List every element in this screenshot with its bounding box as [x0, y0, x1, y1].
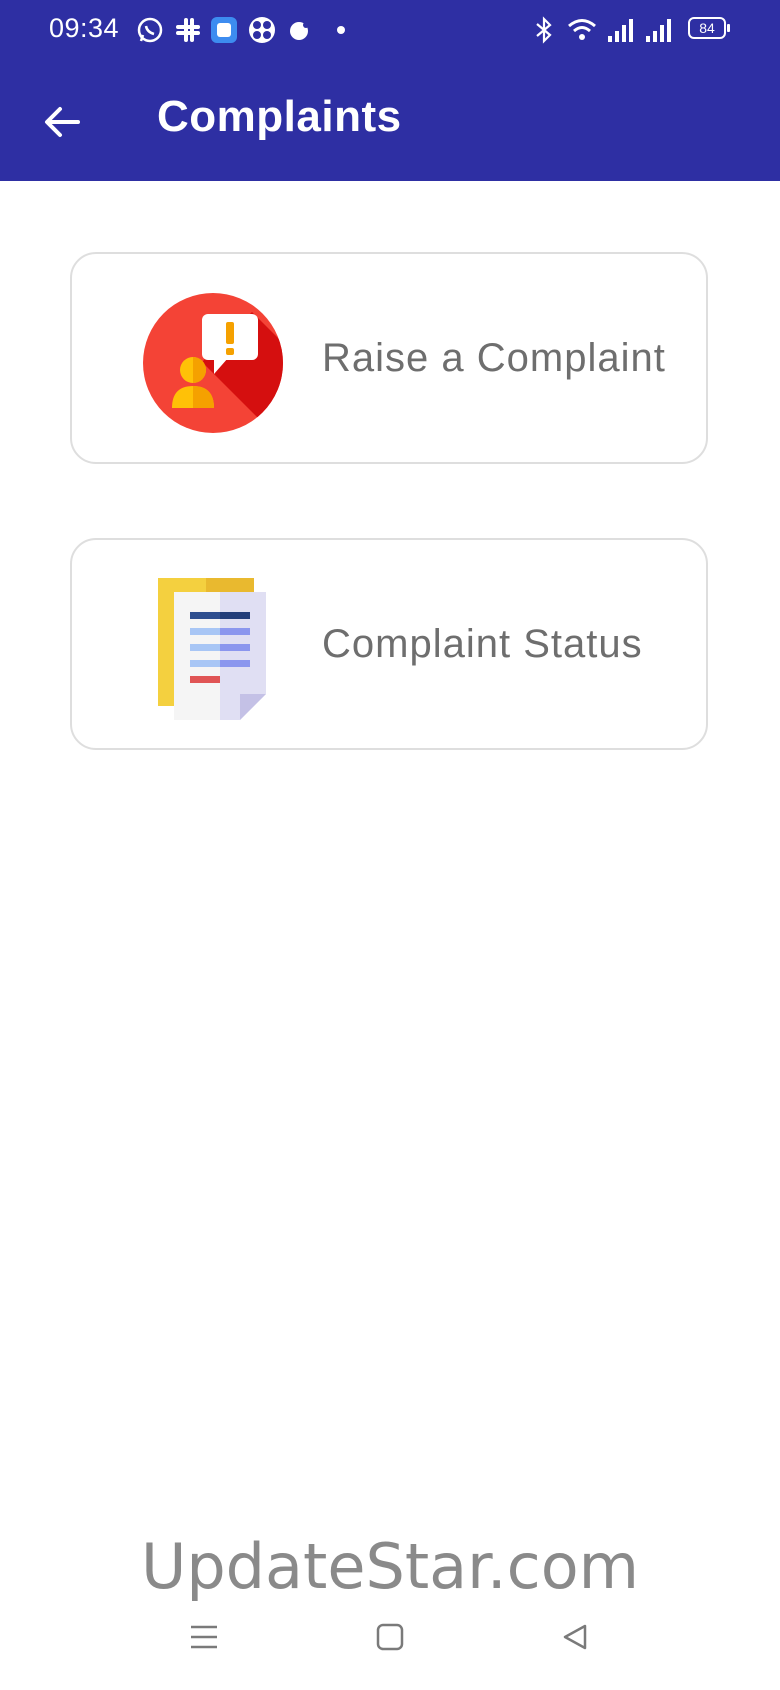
- back-triangle-icon[interactable]: [560, 1622, 590, 1652]
- page-title: Complaints: [157, 92, 402, 141]
- raise-complaint-icon: [143, 293, 283, 433]
- raise-complaint-card[interactable]: Raise a Complaint: [70, 252, 708, 464]
- raise-complaint-label: Raise a Complaint: [322, 336, 666, 380]
- watermark-text: UpdateStar.com: [140, 1530, 640, 1603]
- signal-icon: [608, 19, 633, 42]
- system-nav-bar: [0, 1612, 780, 1672]
- home-square-icon[interactable]: [375, 1622, 405, 1652]
- battery-icon: 84: [688, 17, 730, 39]
- back-button[interactable]: [30, 92, 94, 152]
- complaint-status-card[interactable]: Complaint Status: [70, 538, 708, 750]
- bluetooth-icon: [536, 16, 552, 44]
- app-icon: [211, 17, 237, 43]
- signal-icon: [646, 19, 671, 42]
- complaint-status-label: Complaint Status: [322, 622, 643, 666]
- status-bar: 09:34 84: [0, 0, 780, 60]
- app-bar: 09:34 84 Complaints: [0, 0, 780, 181]
- notification-icon: [290, 22, 309, 40]
- menu-icon[interactable]: [188, 1622, 220, 1652]
- fan-icon: [249, 17, 275, 43]
- battery-level: 84: [699, 20, 715, 36]
- whatsapp-icon: [137, 17, 163, 43]
- arrow-left-icon: [45, 107, 80, 137]
- document-list-icon: [158, 578, 266, 720]
- status-time: 09:34: [49, 13, 120, 43]
- dot-icon: [337, 26, 345, 34]
- wifi-icon: [568, 19, 596, 40]
- slack-icon: [176, 18, 200, 42]
